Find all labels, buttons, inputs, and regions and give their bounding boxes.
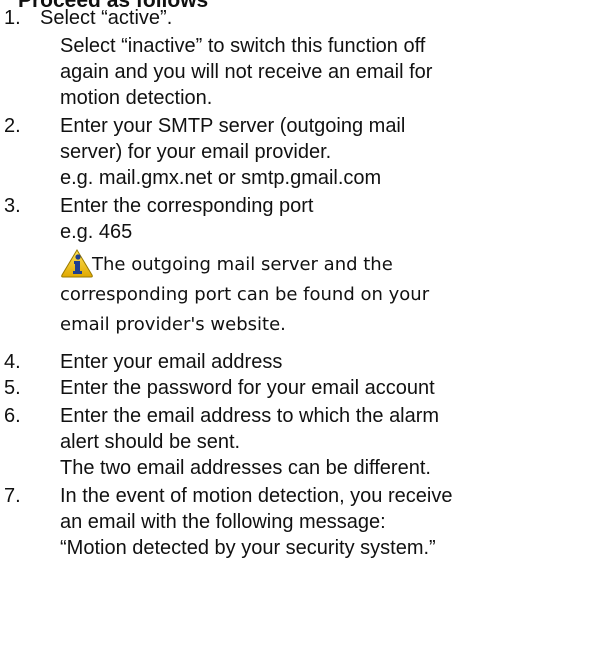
step-number: 6. [4,405,21,427]
info-warning-triangle-icon [61,249,93,278]
step-text: an email with the following message: [60,511,386,533]
step-text: “Motion detected by your security system… [60,537,436,559]
note-text: corresponding port can be found on your [60,284,430,305]
step-number: 2. [4,115,21,137]
step-text: In the event of motion detection, you re… [60,485,453,507]
step-text: Enter the email address to which the ala… [60,405,440,427]
step-text: Enter the password for your email accoun… [60,377,435,399]
step-text: e.g. mail.gmx.net or smtp.gmail.com [60,167,382,189]
step-number: 1. [4,7,21,29]
step-text: Enter your SMTP server (outgoing mail [60,115,406,137]
step-text: Select “active”. [40,7,173,29]
step-text: e.g. 465 [60,221,133,243]
step-text: motion detection. [60,87,213,109]
step-number: 5. [4,377,21,399]
step-text: alert should be sent. [60,431,241,453]
note-text: The outgoing mail server and the [92,254,393,275]
step-text: The two email addresses can be different… [60,457,431,479]
step-text: Enter the corresponding port [60,195,314,217]
step-text: Enter your email address [60,351,283,373]
note-text: email provider's website. [60,314,286,335]
step-text: server) for your email provider. [60,141,332,163]
step-number: 3. [4,195,21,217]
step-number: 7. [4,485,21,507]
step-text: Select “inactive” to switch this functio… [60,35,426,57]
step-text: again and you will not receive an email … [60,61,433,83]
manual-page: Proceed as follows 1. Select “active”. S… [0,0,602,649]
step-number: 4. [4,351,21,373]
